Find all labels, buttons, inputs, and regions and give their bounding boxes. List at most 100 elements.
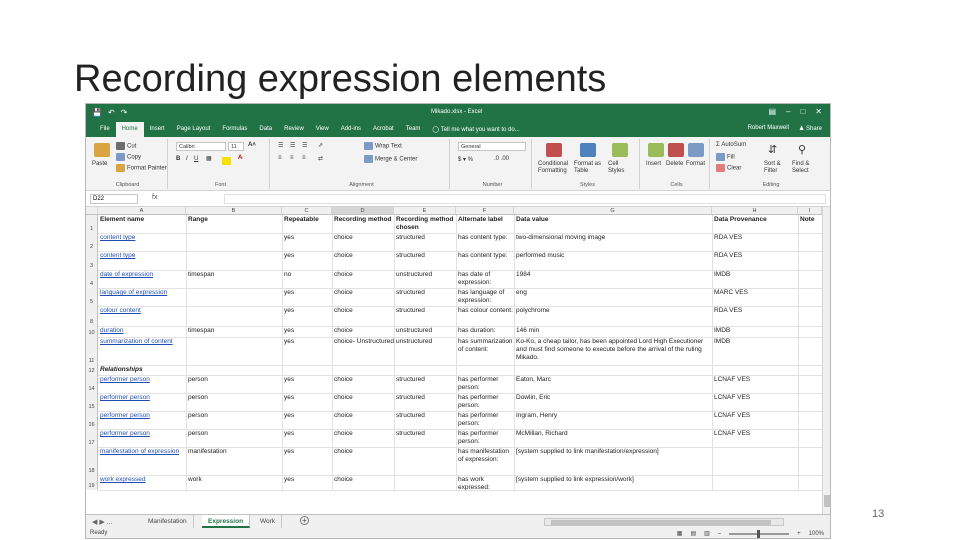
row-header[interactable]: 18 — [86, 447, 98, 475]
cell-range[interactable]: manifestation — [186, 448, 282, 476]
tab-acrobat[interactable]: Acrobat — [367, 122, 400, 137]
align-middle-icon[interactable]: ☰ — [290, 142, 295, 149]
cell-name[interactable]: performer person — [98, 430, 186, 448]
cell-method[interactable]: choice — [332, 307, 394, 327]
align-bottom-icon[interactable]: ☰ — [302, 142, 307, 149]
sheet-tab-work[interactable]: Work — [254, 515, 283, 528]
align-right-icon[interactable]: ≡ — [302, 155, 306, 161]
header-cell-alt-label[interactable]: Alternate label — [456, 216, 514, 234]
cell-repeatable[interactable]: yes — [282, 448, 332, 476]
share-button[interactable]: ♟ Share — [799, 125, 822, 132]
row-header[interactable]: 12 — [86, 365, 98, 375]
indent-icon[interactable]: ⇄ — [318, 155, 323, 162]
horizontal-scrollbar[interactable] — [544, 518, 784, 526]
cell-alt-label[interactable]: has colour content: — [456, 307, 514, 327]
tab-page-layout[interactable]: Page Layout — [171, 122, 217, 137]
cell-alt-label[interactable]: has performer person: — [456, 394, 514, 412]
header-cell-method-chosen[interactable]: Recording method chosen — [394, 216, 456, 234]
cell-alt-label[interactable]: has performer person: — [456, 430, 514, 448]
cell-data-value[interactable]: eng — [514, 289, 712, 307]
cell-name[interactable]: performer person — [98, 394, 186, 412]
cell-name[interactable]: manifestation of expression — [98, 448, 186, 476]
column-header-b[interactable]: B — [186, 207, 282, 215]
cut-button[interactable]: Cut — [116, 142, 136, 150]
cell-repeatable[interactable]: no — [282, 271, 332, 289]
cell-data-value[interactable]: Eaton, Marc — [514, 376, 712, 394]
cell-provenance[interactable]: LCNAF VES — [712, 394, 798, 412]
column-header-h[interactable]: H — [712, 207, 798, 215]
row-header[interactable]: 16 — [86, 411, 98, 429]
cell-provenance[interactable]: IMDB — [712, 271, 798, 289]
cell-alt-label[interactable]: has content type: — [456, 234, 514, 252]
cell-method-chosen[interactable]: unstructured — [394, 338, 456, 366]
cell-data-value[interactable]: Dowlin, Eric — [514, 394, 712, 412]
cell-name[interactable]: performer person — [98, 412, 186, 430]
cell-name[interactable]: date of expression — [98, 271, 186, 289]
column-header-f[interactable]: F — [456, 207, 514, 215]
column-header-i[interactable]: I — [798, 207, 822, 215]
fill-color-icon[interactable] — [222, 157, 231, 165]
save-icon[interactable]: 💾 — [92, 108, 102, 117]
column-header-d[interactable]: D — [332, 207, 394, 215]
cell-data-value[interactable]: polychrome — [514, 307, 712, 327]
cell-repeatable[interactable]: yes — [282, 234, 332, 252]
sheet-tab-expression[interactable]: Expression — [202, 515, 251, 528]
cell-repeatable[interactable]: yes — [282, 252, 332, 271]
cell-method[interactable]: choice — [332, 376, 394, 394]
sheet-nav-arrows[interactable]: ◀ ▶ ... — [92, 518, 113, 526]
header-cell-method[interactable]: Recording method — [332, 216, 394, 234]
user-name[interactable]: Robert Maxwell — [748, 125, 789, 132]
row-header[interactable]: 19 — [86, 475, 98, 490]
select-all-corner[interactable] — [86, 207, 98, 215]
borders-icon[interactable]: ▦ — [206, 155, 212, 162]
cell-method[interactable]: choice- Unstructured — [332, 338, 394, 366]
cell-provenance[interactable]: LCNAF VES — [712, 412, 798, 430]
column-header-g[interactable]: G — [514, 207, 712, 215]
minimize-icon[interactable]: – — [786, 107, 790, 116]
delete-button[interactable]: Delete — [666, 161, 683, 167]
cell-provenance[interactable]: LCNAF VES — [712, 430, 798, 448]
sheet-tab-manifestation[interactable]: Manifestation — [142, 515, 194, 528]
tab-add-ins[interactable]: Add-ins — [335, 122, 367, 137]
row-header[interactable]: 4 — [86, 270, 98, 288]
cell-range[interactable]: timespan — [186, 271, 282, 289]
cell-data-value[interactable]: Ingram, Henry — [514, 412, 712, 430]
cell-method-chosen[interactable]: structured — [394, 430, 456, 448]
column-header-a[interactable]: A — [98, 207, 186, 215]
cell-alt-label[interactable]: has work expressed: — [456, 476, 514, 491]
cell-data-value[interactable]: 1984 — [514, 271, 712, 289]
vertical-scroll-thumb[interactable] — [824, 495, 830, 507]
row-header[interactable]: 10 — [86, 326, 98, 337]
align-center-icon[interactable]: ≡ — [290, 155, 294, 161]
page-layout-view-icon[interactable]: ▤ — [690, 530, 696, 537]
cell-method-chosen[interactable]: structured — [394, 234, 456, 252]
cell-styles-button[interactable]: Cell Styles — [608, 161, 636, 175]
grow-font-icon[interactable]: A˄ — [248, 142, 256, 148]
tab-insert[interactable]: Insert — [144, 122, 171, 137]
cell-alt-label[interactable]: has manifestation of expression: — [456, 448, 514, 476]
cell-name[interactable]: summarization of content — [98, 338, 186, 366]
clear-button[interactable]: Clear — [716, 164, 741, 172]
font-size-select[interactable]: 11 — [228, 142, 244, 151]
header-cell-provenance[interactable]: Data Provenance — [712, 216, 798, 234]
header-cell-data-value[interactable]: Data value — [514, 216, 712, 234]
cell-range[interactable]: person — [186, 412, 282, 430]
merge-center-button[interactable]: Merge & Center — [364, 155, 417, 163]
cell-alt-label[interactable]: has performer person: — [456, 412, 514, 430]
row-header[interactable]: 5 — [86, 288, 98, 306]
copy-button[interactable]: Copy — [116, 153, 141, 161]
maximize-icon[interactable]: □ — [800, 107, 805, 116]
cell-method-chosen[interactable]: structured — [394, 376, 456, 394]
row-header[interactable]: 2 — [86, 233, 98, 251]
cell-name[interactable]: content type — [98, 234, 186, 252]
insert-button[interactable]: Insert — [646, 161, 661, 167]
cell-alt-label[interactable]: has performer person: — [456, 376, 514, 394]
tab-view[interactable]: View — [310, 122, 335, 137]
align-left-icon[interactable]: ≡ — [278, 155, 282, 161]
underline-icon[interactable]: U — [194, 156, 198, 162]
normal-view-icon[interactable]: ▦ — [677, 530, 683, 537]
zoom-out-icon[interactable]: – — [718, 531, 721, 537]
format-button[interactable]: Format — [686, 161, 705, 167]
cell-alt-label[interactable]: has content type: — [456, 252, 514, 271]
column-header-e[interactable]: E — [394, 207, 456, 215]
